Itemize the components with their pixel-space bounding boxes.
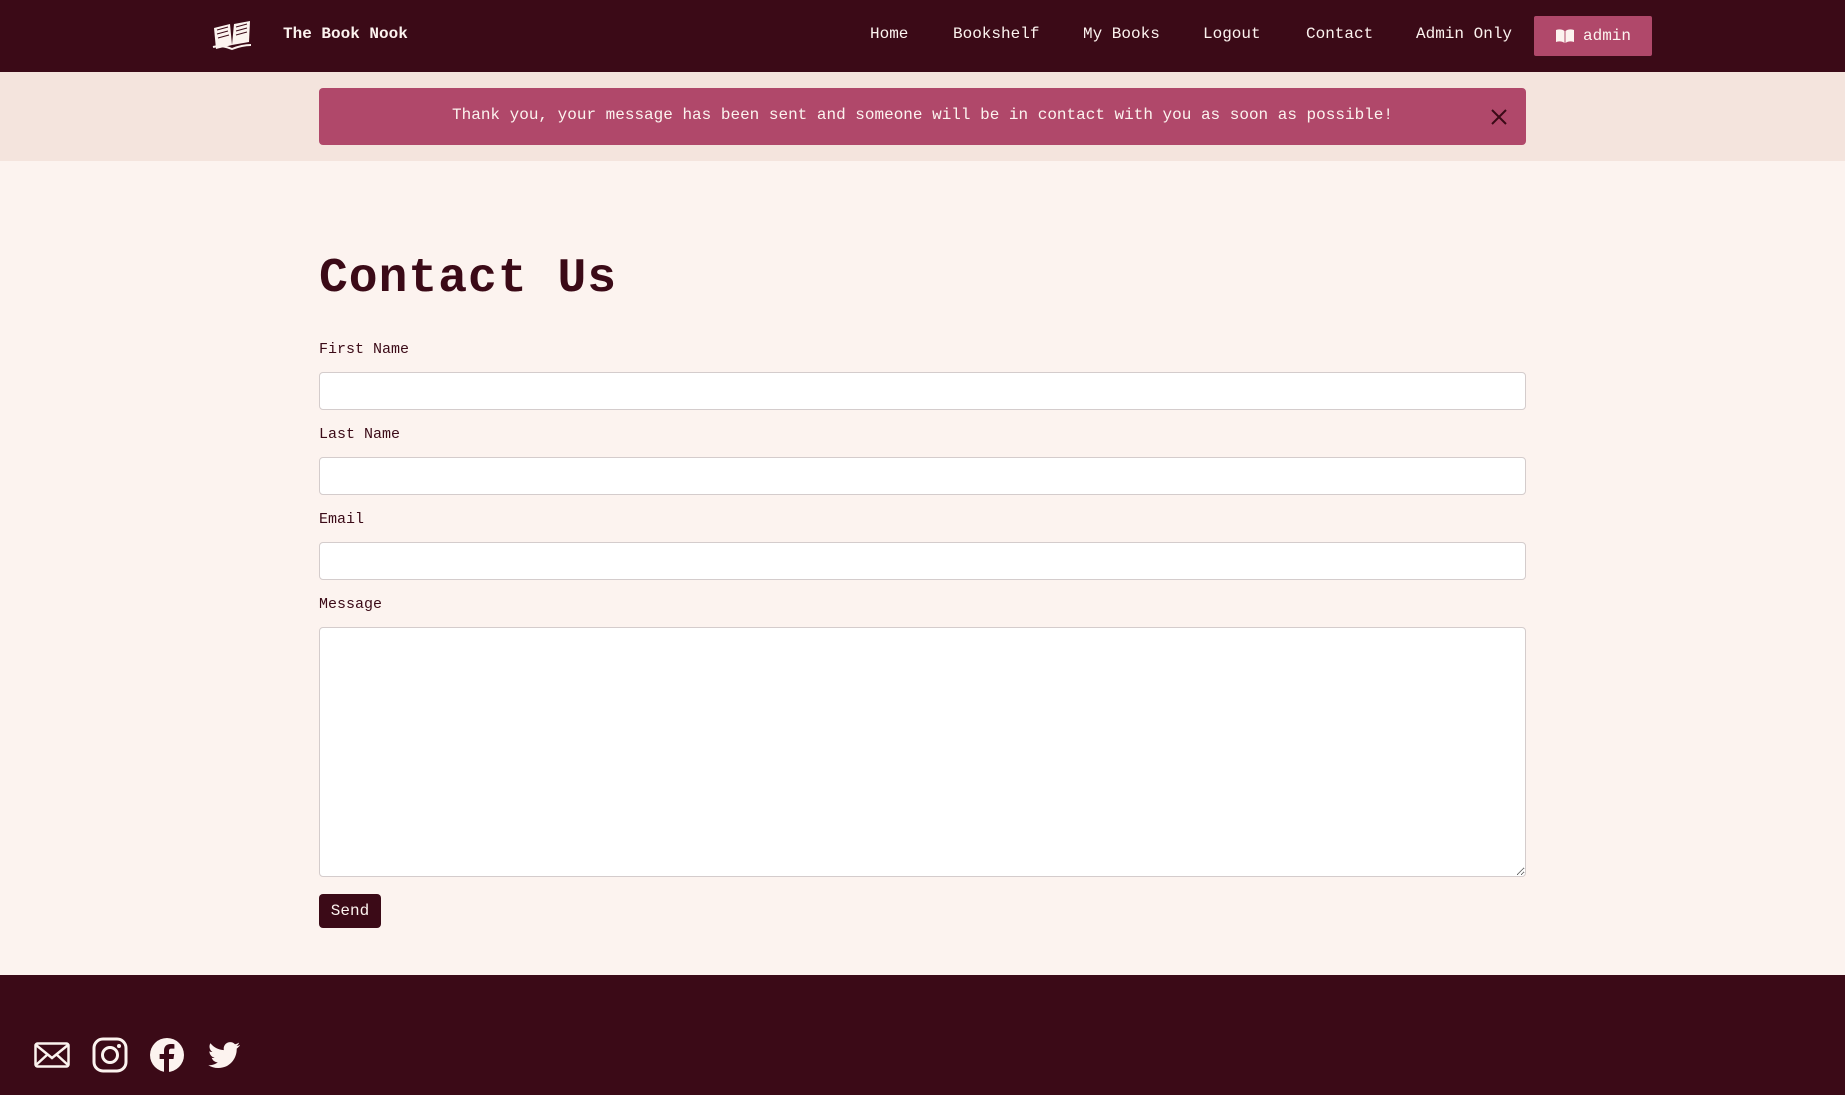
send-button[interactable]: Send	[319, 894, 381, 928]
email-icon[interactable]	[34, 1037, 70, 1073]
close-icon[interactable]	[1490, 108, 1508, 126]
user-button[interactable]: admin	[1534, 16, 1652, 56]
nav-home[interactable]: Home	[870, 22, 908, 46]
nav-logout[interactable]: Logout	[1203, 22, 1261, 46]
last-name-field[interactable]	[319, 457, 1526, 495]
page-title: Contact Us	[319, 252, 618, 306]
nav-bookshelf[interactable]: Bookshelf	[953, 22, 1039, 46]
nav-my-books[interactable]: My Books	[1083, 22, 1160, 46]
user-button-label: admin	[1582, 27, 1631, 45]
success-alert: Thank you, your message has been sent an…	[319, 88, 1526, 145]
book-icon	[1555, 29, 1574, 43]
navbar: The Book Nook Home Bookshelf My Books Lo…	[0, 0, 1845, 72]
message-field[interactable]	[319, 627, 1526, 877]
brand-name[interactable]: The Book Nook	[283, 22, 408, 46]
alert-message: Thank you, your message has been sent an…	[452, 106, 1393, 124]
twitter-icon[interactable]	[206, 1037, 242, 1073]
footer	[0, 975, 1845, 1095]
email-label: Email	[319, 511, 365, 528]
open-book-icon[interactable]	[211, 18, 253, 52]
message-label: Message	[319, 596, 383, 613]
last-name-label: Last Name	[319, 426, 401, 443]
first-name-label: First Name	[319, 341, 410, 358]
nav-contact[interactable]: Contact	[1306, 22, 1373, 46]
instagram-icon[interactable]	[92, 1037, 128, 1073]
email-field[interactable]	[319, 542, 1526, 580]
nav-admin-only[interactable]: Admin Only	[1416, 22, 1512, 46]
first-name-field[interactable]	[319, 372, 1526, 410]
facebook-icon[interactable]	[149, 1037, 185, 1073]
